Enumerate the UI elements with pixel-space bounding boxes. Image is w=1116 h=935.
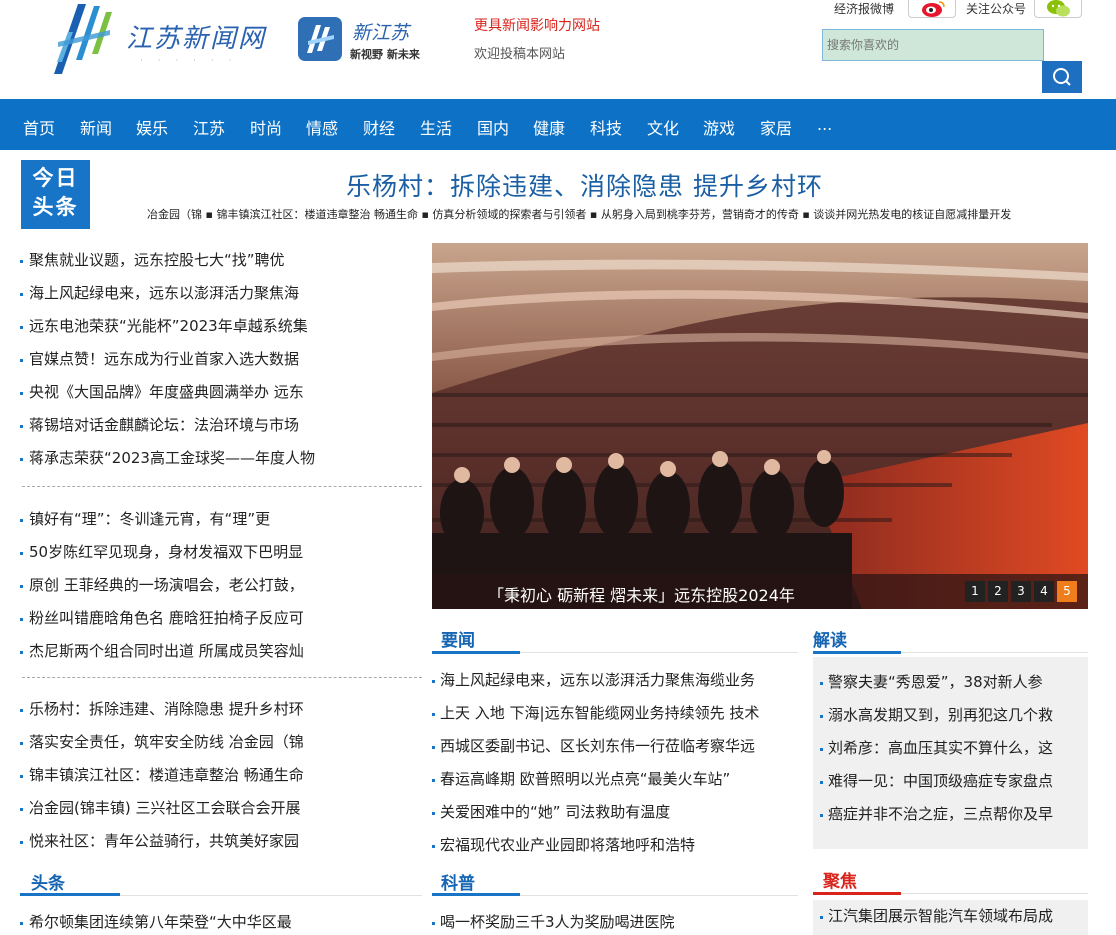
- list-item[interactable]: 溺水高发期又到，别再犯这几个救: [813, 699, 1088, 732]
- list-item[interactable]: 粉丝叫错鹿晗角色名 鹿晗狂拍椅子反应可: [20, 602, 422, 635]
- list-item[interactable]: 宏福现代农业产业园即将落地呼和浩特: [432, 829, 798, 862]
- today-headline-badge: 今日 头条: [21, 160, 90, 229]
- search-button[interactable]: [1042, 61, 1082, 93]
- nav-item-domestic[interactable]: 国内: [477, 115, 509, 139]
- list-item[interactable]: 乐杨村：拆除违建、消除隐患 提升乡村环: [20, 693, 422, 726]
- badge-line-1: 今日: [32, 166, 79, 190]
- slider-page-1[interactable]: 1: [965, 581, 985, 602]
- list-item[interactable]: 春运高峰期 欧普照明以光点亮“最美火车站”: [432, 763, 798, 796]
- section-underline: [813, 892, 901, 895]
- list-item[interactable]: 聚焦就业议题，远东控股七大“找”聘优: [20, 244, 422, 277]
- list-item[interactable]: 央视《大国品牌》年度盛典圆满举办 远东: [20, 376, 422, 409]
- xinjiangsu-slogan: 新视野 新未来: [350, 48, 420, 61]
- kepu-list: 喝一杯奖励三千3人为奖励喝进医院: [432, 906, 798, 935]
- nav-item-life[interactable]: 生活: [420, 115, 452, 139]
- weibo-icon[interactable]: [908, 0, 956, 18]
- nav-item-jiangsu[interactable]: 江苏: [193, 115, 225, 139]
- slider-page-5[interactable]: 5: [1057, 581, 1077, 602]
- list-item[interactable]: 希尔顿集团连续第八年荣登“大中华区最: [20, 906, 422, 935]
- toutiao-list: 希尔顿集团连续第八年荣登“大中华区最: [20, 906, 422, 935]
- search-icon: [1053, 68, 1071, 86]
- section-title-toutiao[interactable]: 头条: [31, 869, 65, 894]
- list-item[interactable]: 难得一见：中国顶级癌症专家盘点: [813, 765, 1088, 798]
- nav-item-games[interactable]: 游戏: [703, 115, 735, 139]
- nav-item-health[interactable]: 健康: [533, 115, 565, 139]
- list-item[interactable]: 海上风起绿电来，远东以澎湃活力聚焦海缆业务: [432, 664, 798, 697]
- jiedu-list: 警察夫妻“秀恩爱”，38对新人参 溺水高发期又到，别再犯这几个救 刘希彦：高血压…: [813, 657, 1088, 849]
- jiangsu-news-logo-icon[interactable]: [48, 2, 120, 76]
- list-item[interactable]: 蒋锡培对话金麒麟论坛：法治环境与市场: [20, 409, 422, 442]
- slider-caption[interactable]: 「秉初心 砺新程 熠未来」远东控股2024年: [488, 582, 795, 606]
- main-nav: 首页 新闻 娱乐 江苏 时尚 情感 财经 生活 国内 健康 科技 文化 游戏 家…: [0, 99, 1116, 150]
- left-news-group-3: 乐杨村：拆除违建、消除隐患 提升乡村环 落实安全责任，筑牢安全防线 冶金园（锦 …: [20, 693, 422, 858]
- section-underline: [432, 893, 520, 896]
- list-item[interactable]: 冶金园(锦丰镇) 三兴社区工会联合会开展: [20, 792, 422, 825]
- list-item[interactable]: 江汽集团展示智能汽车领域布局成: [813, 900, 1088, 933]
- list-item[interactable]: 海上风起绿电来，远东以澎湃活力聚焦海: [20, 277, 422, 310]
- list-item[interactable]: 杰尼斯两个组合同时出道 所属成员笑容灿: [20, 635, 422, 668]
- section-underline: [813, 651, 901, 654]
- list-item[interactable]: 癌症并非不治之症，三点帮你及早: [813, 798, 1088, 831]
- list-item[interactable]: 原创 王菲经典的一场演唱会，老公打鼓，: [20, 569, 422, 602]
- section-title-jujiao[interactable]: 聚焦: [823, 867, 857, 892]
- list-item[interactable]: 蒋承志荣获“2023高工金球奖——年度人物: [20, 442, 422, 475]
- top-headline[interactable]: 乐杨村：拆除违建、消除隐患 提升乡村环: [346, 167, 823, 203]
- wechat-label: 关注公众号: [966, 2, 1027, 16]
- site-tagline: 更具新闻影响力网站: [474, 18, 600, 34]
- search-input[interactable]: [822, 29, 1044, 61]
- list-divider: [22, 486, 422, 487]
- list-item[interactable]: 镇好有“理”：冬训逢元宵，有“理”更: [20, 503, 422, 536]
- photo-slider[interactable]: 「秉初心 砺新程 熠未来」远东控股2024年 1 2 3 4 5: [432, 243, 1088, 609]
- section-underline: [20, 893, 120, 896]
- nav-item-news[interactable]: 新闻: [80, 115, 112, 139]
- nav-item-more[interactable]: ...: [817, 115, 832, 134]
- list-item[interactable]: 警察夫妻“秀恩爱”，38对新人参: [813, 666, 1088, 699]
- jujiao-list: 江汽集团展示智能汽车领域布局成: [813, 900, 1088, 935]
- slider-page-3[interactable]: 3: [1011, 581, 1031, 602]
- wechat-icon[interactable]: [1034, 0, 1082, 18]
- xinjiangsu-title[interactable]: 新江苏: [352, 18, 409, 45]
- weibo-label: 经济报微博: [834, 2, 895, 16]
- list-item[interactable]: 悦来社区：青年公益骑行，共筑美好家园: [20, 825, 422, 858]
- site-header: 江苏新闻网 · · · · · · 新江苏 新视野 新未来 更具新闻影响力网站 …: [0, 0, 1116, 99]
- list-item[interactable]: 锦丰镇滨江社区：楼道违章整治 畅通生命: [20, 759, 422, 792]
- nav-item-home-furnishing[interactable]: 家居: [760, 115, 792, 139]
- list-item[interactable]: 远东电池荣获“光能杯”2023年卓越系统集: [20, 310, 422, 343]
- conference-hall-photo[interactable]: [432, 243, 1088, 609]
- section-underline: [432, 651, 520, 654]
- list-item[interactable]: 上天 入地 下海|远东智能缆网业务持续领先 技术: [432, 697, 798, 730]
- left-news-group-1: 聚焦就业议题，远东控股七大“找”聘优 海上风起绿电来，远东以澎湃活力聚焦海 远东…: [20, 244, 422, 475]
- nav-item-fashion[interactable]: 时尚: [250, 115, 282, 139]
- list-item[interactable]: 50岁陈红罕见现身，身材发福双下巴明显: [20, 536, 422, 569]
- news-ticker[interactable]: 冶金园（锦 ▪ 锦丰镇滨江社区：楼道违章整治 畅通生命 ▪ 仿真分析领域的探索者…: [147, 206, 1063, 224]
- badge-line-2: 头条: [32, 195, 79, 219]
- nav-item-emotion[interactable]: 情感: [306, 115, 338, 139]
- contribute-link[interactable]: 欢迎投稿本网站: [474, 43, 565, 62]
- nav-item-home[interactable]: 首页: [23, 115, 55, 139]
- list-item[interactable]: 关爱困难中的“她” 司法救助有温度: [432, 796, 798, 829]
- site-logo-text[interactable]: 江苏新闻网: [126, 18, 266, 55]
- nav-item-entertainment[interactable]: 娱乐: [136, 115, 168, 139]
- nav-item-finance[interactable]: 财经: [363, 115, 395, 139]
- list-item[interactable]: 官媒点赞！远东成为行业首家入选大数据: [20, 343, 422, 376]
- list-item[interactable]: 刘希彦：高血压其实不算什么，这: [813, 732, 1088, 765]
- yaowen-list: 海上风起绿电来，远东以澎湃活力聚焦海缆业务 上天 入地 下海|远东智能缆网业务持…: [432, 664, 798, 862]
- nav-item-tech[interactable]: 科技: [590, 115, 622, 139]
- section-title-yaowen[interactable]: 要闻: [441, 626, 475, 651]
- left-news-group-2: 镇好有“理”：冬训逢元宵，有“理”更 50岁陈红罕见现身，身材发福双下巴明显 原…: [20, 503, 422, 668]
- list-item[interactable]: 喝一杯奖励三千3人为奖励喝进医院: [432, 906, 798, 935]
- list-item[interactable]: 西城区委副书记、区长刘东伟一行莅临考察华远: [432, 730, 798, 763]
- slider-page-4[interactable]: 4: [1034, 581, 1054, 602]
- list-divider: [22, 677, 422, 678]
- xinjiangsu-logo-icon[interactable]: [298, 17, 342, 61]
- slider-page-2[interactable]: 2: [988, 581, 1008, 602]
- logo-decoration: · · · · · ·: [140, 56, 238, 66]
- list-item[interactable]: 落实安全责任，筑牢安全防线 冶金园（锦: [20, 726, 422, 759]
- nav-item-culture[interactable]: 文化: [647, 115, 679, 139]
- section-title-jiedu[interactable]: 解读: [813, 626, 847, 651]
- section-title-kepu[interactable]: 科普: [441, 869, 475, 894]
